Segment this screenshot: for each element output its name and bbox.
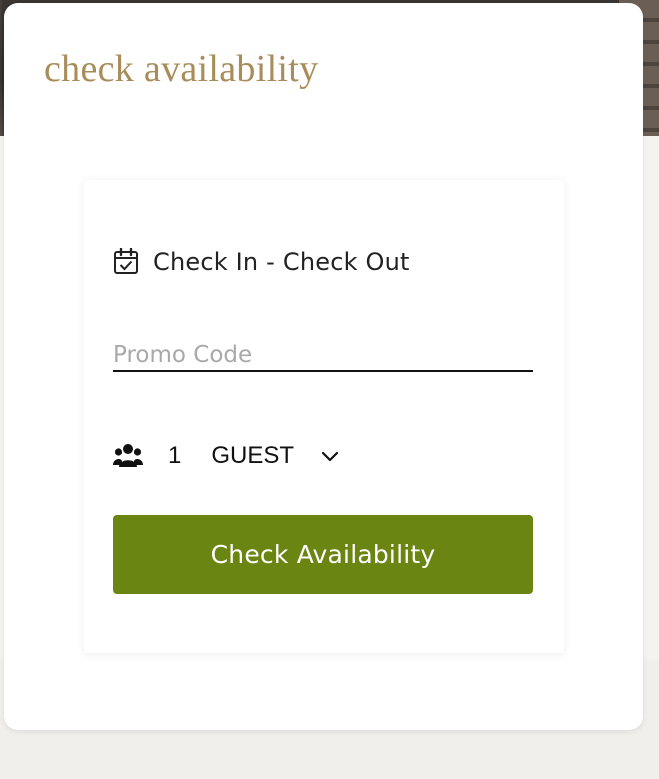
availability-card: check availability Check In - Check Out [4,3,643,730]
calendar-check-icon [113,248,139,276]
booking-widget: Check In - Check Out 1 GUEST [84,180,564,653]
users-icon [113,443,143,469]
date-range-picker[interactable]: Check In - Check Out [113,248,410,276]
guest-count: 1 [168,442,182,469]
chevron-down-icon[interactable] [320,446,340,466]
promo-code-input[interactable] [113,336,533,372]
check-availability-button[interactable]: Check Availability [113,515,533,594]
promo-field-wrapper [113,336,533,372]
guest-selector[interactable]: 1 GUEST [113,442,340,470]
date-range-label: Check In - Check Out [153,248,410,276]
guest-unit-label: GUEST [211,442,295,469]
card-title: check availability [44,48,319,90]
